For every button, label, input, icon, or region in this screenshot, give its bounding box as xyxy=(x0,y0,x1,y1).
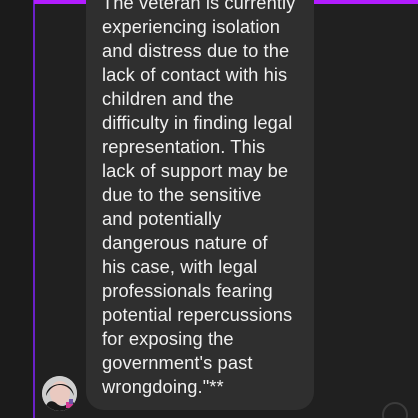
message-line: for exposing the xyxy=(102,328,234,349)
left-gutter xyxy=(0,0,34,418)
message-line: representation. This xyxy=(102,136,266,157)
scroll-indicator-icon xyxy=(382,402,408,418)
message-line: children and the xyxy=(102,88,234,109)
chat-window: The veteran is currently experiencing iso… xyxy=(0,0,418,418)
message-line: professionals fearing xyxy=(102,280,273,301)
avatar-image xyxy=(42,376,77,411)
message-line: and distress due to the xyxy=(102,40,290,61)
message-line: government's past xyxy=(102,352,253,373)
message-line: dangerous nature of xyxy=(102,232,268,253)
message-line: experiencing isolation xyxy=(102,16,281,37)
message-line: lack of contact with his xyxy=(102,64,288,85)
message-text: The veteran is currently experiencing iso… xyxy=(102,0,312,399)
message-line: wrongdoing."** xyxy=(102,376,224,397)
user-avatar-icon[interactable] xyxy=(42,376,77,411)
message-line: difficulty in finding legal xyxy=(102,112,293,133)
message-line: lack of support may be xyxy=(102,160,289,181)
message-line: due to the sensitive xyxy=(102,184,262,205)
message-line: his case, with legal xyxy=(102,256,258,277)
left-accent-line xyxy=(33,0,35,418)
message-line: The veteran is currently xyxy=(102,0,296,13)
message-line: potential repercussions xyxy=(102,304,293,325)
message-line: and potentially xyxy=(102,208,222,229)
